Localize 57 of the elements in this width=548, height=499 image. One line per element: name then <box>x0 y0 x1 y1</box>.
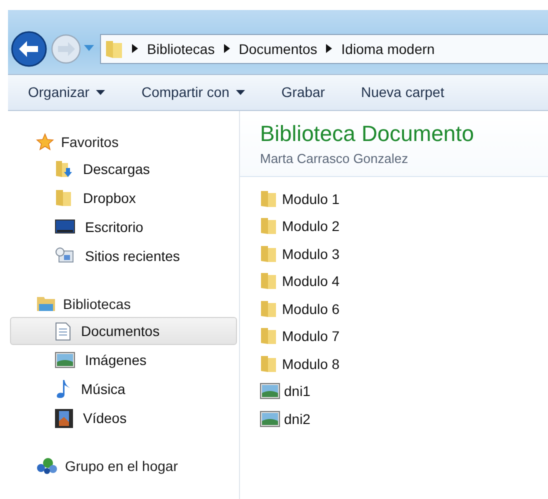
folder-icon <box>260 300 278 318</box>
file-item[interactable]: Modulo 3 <box>260 240 548 268</box>
document-icon <box>55 322 71 340</box>
file-item[interactable]: Modulo 7 <box>260 322 548 350</box>
file-item[interactable]: Modulo 4 <box>260 268 548 295</box>
file-item[interactable]: Modulo 1 <box>260 185 548 212</box>
desktop-icon <box>55 219 75 235</box>
folder-icon <box>260 272 278 290</box>
breadcrumb[interactable]: Idioma modern <box>341 40 435 57</box>
file-item[interactable]: dni2 <box>260 405 548 432</box>
nav-item[interactable]: Sitios recientes <box>10 242 237 270</box>
folder-icon <box>260 217 278 236</box>
caret-icon <box>96 90 106 95</box>
folder-icon <box>260 354 278 373</box>
file-item[interactable]: Modulo 6 <box>260 295 548 322</box>
film-icon <box>55 408 73 428</box>
breadcrumb[interactable]: Bibliotecas <box>147 40 215 57</box>
toolbar-button[interactable]: Nueva carpet <box>354 80 450 104</box>
address-bar[interactable]: Bibliotecas Documentos Idioma modern <box>100 34 548 64</box>
library-icon <box>36 295 56 312</box>
library-owner: Marta Carrasco Gonzalez <box>260 151 410 166</box>
nav-item[interactable]: Imágenes <box>10 346 237 374</box>
image-icon <box>260 410 280 427</box>
nav-item[interactable]: Vídeos <box>10 404 237 432</box>
nav-item[interactable]: Música <box>10 375 237 403</box>
file-item[interactable]: Modulo 2 <box>260 212 548 240</box>
chevron-icon[interactable] <box>326 44 332 54</box>
library-title: Biblioteca Documento <box>260 121 476 147</box>
nav-group[interactable]: Bibliotecas <box>8 290 239 317</box>
chevron-icon[interactable] <box>132 44 138 54</box>
folder-icon <box>105 38 123 59</box>
breadcrumb[interactable]: Documentos <box>238 40 318 57</box>
download-folder-icon <box>55 160 73 178</box>
toolbar-button[interactable]: Grabar <box>275 80 331 104</box>
folder-icon <box>260 327 278 346</box>
nav-item[interactable]: Descargas <box>10 155 237 183</box>
network-icon <box>36 456 58 474</box>
chevron-icon[interactable] <box>224 44 230 54</box>
image-icon <box>55 352 75 368</box>
toolbar-button[interactable]: Organizar <box>22 80 112 104</box>
music-note-icon <box>55 379 71 399</box>
caret-icon <box>236 90 246 95</box>
nav-group[interactable]: Favoritos <box>8 128 239 155</box>
nav-item[interactable]: Documentos <box>10 317 237 345</box>
image-icon <box>260 383 280 400</box>
back-icon[interactable] <box>10 30 48 68</box>
toolbar-button[interactable]: Compartir con <box>135 80 252 104</box>
recent-places-icon <box>55 247 75 265</box>
file-item[interactable]: dni1 <box>260 378 548 405</box>
nav-group[interactable]: Grupo en el hogar <box>8 452 239 479</box>
nav-item[interactable]: Escritorio <box>10 213 237 241</box>
folder-icon <box>260 244 278 263</box>
file-item[interactable]: Modulo 8 <box>260 350 548 378</box>
folder-icon <box>260 190 278 208</box>
star-icon <box>36 132 54 150</box>
folder-icon <box>55 189 73 207</box>
nav-item[interactable]: Dropbox <box>10 184 237 212</box>
